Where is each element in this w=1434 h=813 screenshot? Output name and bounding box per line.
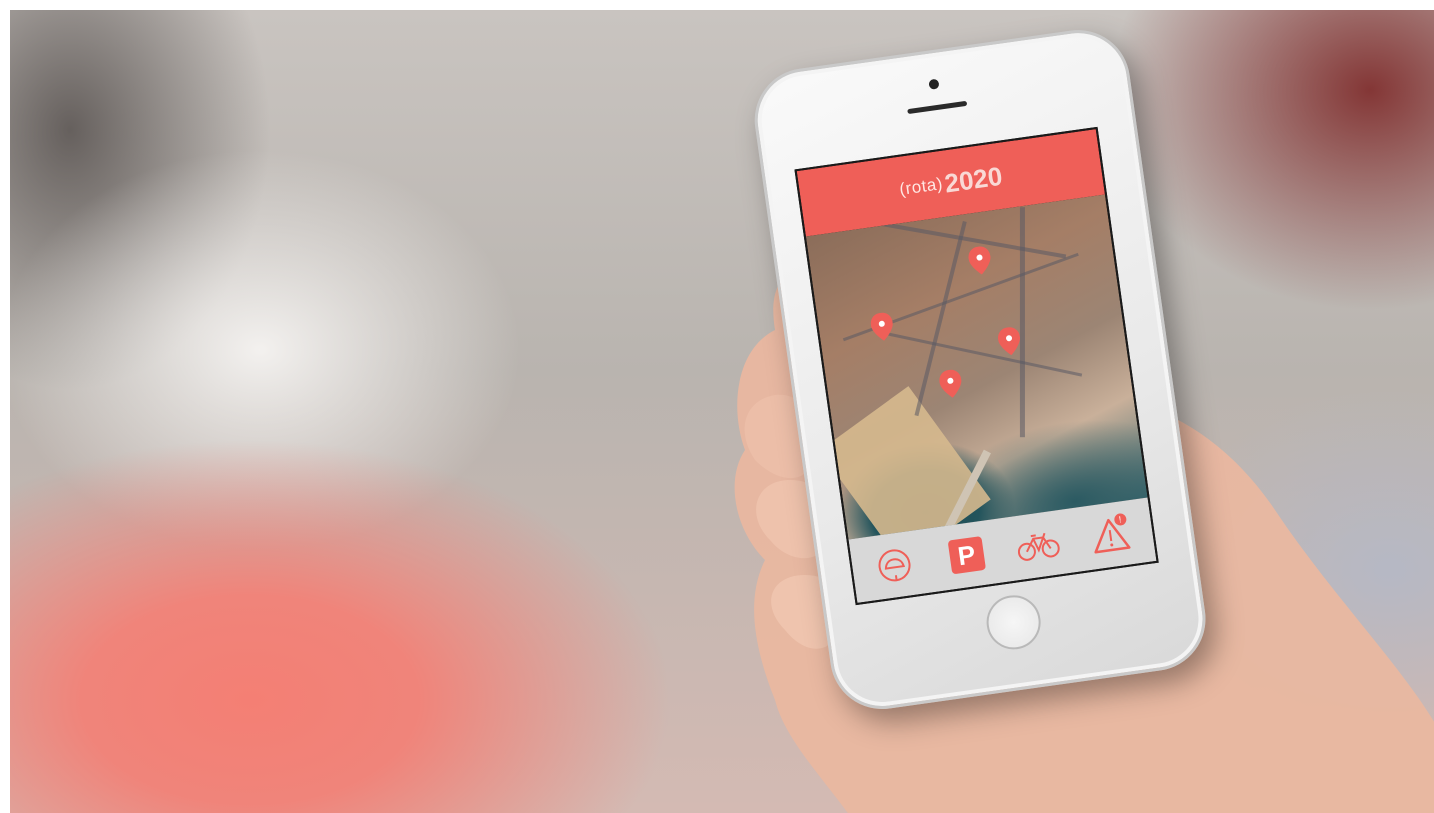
bicycle-icon [1018,532,1060,561]
map-road [1019,207,1025,438]
background-photo: (rota) 2020 P ! [10,10,1434,813]
map-pin-icon[interactable] [967,245,993,276]
app-logo-text: (rota) [898,174,945,199]
alert-button[interactable]: ! [1085,510,1135,560]
map-road [885,332,1083,377]
app-logo-year: 2020 [942,160,1005,199]
map-pin-icon[interactable] [997,326,1023,357]
home-button[interactable] [983,591,1045,653]
map-beach [819,386,991,540]
map-pin-icon[interactable] [938,368,964,399]
bicycle-button[interactable] [1014,520,1064,570]
electric-car-icon [878,549,911,582]
satellite-map[interactable] [805,194,1148,540]
earpiece [907,100,968,115]
parking-button[interactable]: P [942,530,992,580]
electric-car-button[interactable] [870,540,920,590]
parking-icon: P [947,536,986,575]
map-pin-icon[interactable] [869,311,895,342]
phone-screen: (rota) 2020 P ! [794,126,1159,606]
front-camera [928,78,940,90]
